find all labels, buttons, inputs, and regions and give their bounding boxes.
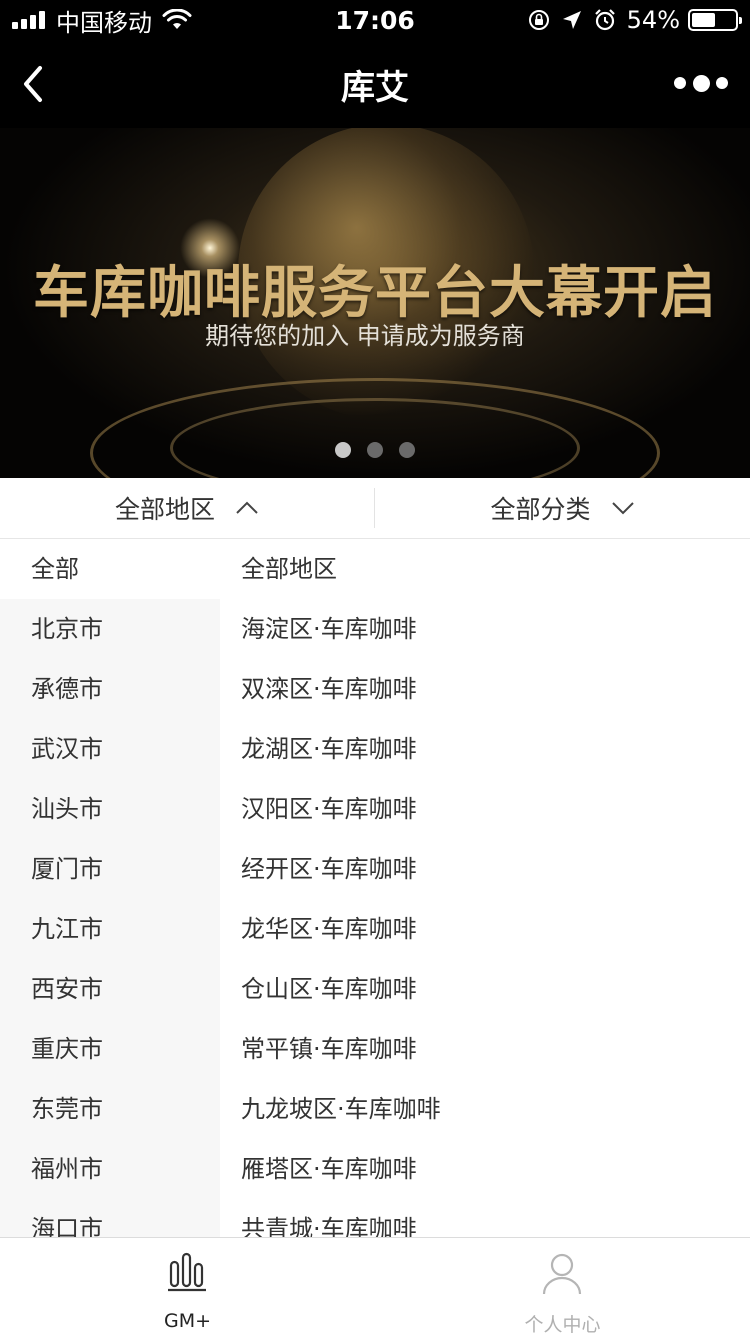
district-item[interactable]: 仓山区·车库咖啡	[220, 959, 750, 1019]
province-item[interactable]: 西安市	[0, 959, 220, 1019]
district-item[interactable]: 全部地区	[220, 539, 750, 599]
province-item[interactable]: 汕头市	[0, 779, 220, 839]
province-item[interactable]: 海口市	[0, 1199, 220, 1237]
carousel-dot[interactable]	[335, 442, 351, 458]
region-filter[interactable]: 全部地区	[0, 478, 374, 538]
tab-personal-center-label: 个人中心	[524, 1314, 601, 1334]
province-item[interactable]: 全部	[0, 539, 220, 599]
more-dots-icon[interactable]	[674, 70, 728, 96]
province-item[interactable]: 厦门市	[0, 839, 220, 899]
orientation-lock-icon	[528, 10, 549, 30]
battery-percent: 54%	[626, 6, 680, 34]
page-title: 库艾	[341, 68, 409, 108]
carousel-dot[interactable]	[367, 442, 383, 458]
district-item[interactable]: 常平镇·车库咖啡	[220, 1019, 750, 1079]
district-item[interactable]: 九龙坡区·车库咖啡	[220, 1079, 750, 1139]
province-item[interactable]: 福州市	[0, 1139, 220, 1199]
district-item[interactable]: 经开区·车库咖啡	[220, 839, 750, 899]
tab-bar: GM+ 个人中心	[0, 1237, 750, 1334]
carousel-dots	[0, 442, 750, 458]
district-item[interactable]: 龙湖区·车库咖啡	[220, 719, 750, 779]
gm-chart-icon	[168, 1252, 206, 1292]
province-item[interactable]: 九江市	[0, 899, 220, 959]
nav-bar: 库艾	[0, 40, 750, 128]
tab-gm-label: GM+	[163, 1310, 212, 1332]
region-filter-label: 全部地区	[114, 495, 215, 524]
province-item[interactable]: 重庆市	[0, 1019, 220, 1079]
banner-carousel[interactable]: 车库咖啡服务平台大幕开启 期待您的加入 申请成为服务商	[0, 128, 750, 478]
province-item[interactable]: 承德市	[0, 659, 220, 719]
person-icon	[542, 1253, 582, 1295]
location-icon	[562, 11, 581, 29]
status-bar: 中国移动 17:06 54%	[0, 0, 750, 40]
chevron-down-icon	[611, 502, 634, 515]
district-item[interactable]: 海淀区·车库咖啡	[220, 599, 750, 659]
district-list[interactable]: 全部地区 海淀区·车库咖啡 双滦区·车库咖啡 龙湖区·车库咖啡 汉阳区·车库咖啡 经开区·…	[220, 539, 750, 1237]
province-item[interactable]: 武汉市	[0, 719, 220, 779]
battery-icon	[688, 9, 742, 31]
tab-personal-center[interactable]: 个人中心	[375, 1238, 750, 1334]
carousel-dot[interactable]	[399, 442, 415, 458]
tab-gm[interactable]: GM+	[0, 1238, 375, 1334]
district-item[interactable]: 龙华区·车库咖啡	[220, 899, 750, 959]
alarm-icon	[594, 9, 615, 31]
chevron-up-icon	[236, 501, 258, 514]
district-item[interactable]: 汉阳区·车库咖啡	[220, 779, 750, 839]
province-item[interactable]: 东莞市	[0, 1079, 220, 1139]
district-item[interactable]: 雁塔区·车库咖啡	[220, 1139, 750, 1199]
category-filter[interactable]: 全部分类	[375, 478, 750, 538]
status-right: 54%	[527, 6, 742, 34]
district-item[interactable]: 双滦区·车库咖啡	[220, 659, 750, 719]
filter-bar: 全部地区 全部分类	[0, 478, 750, 539]
province-item[interactable]: 北京市	[0, 599, 220, 659]
province-list[interactable]: 全部 北京市 承德市 武汉市 汕头市 厦门市 九江市 西安市 重庆市 东莞市 福州市 海口市	[0, 539, 220, 1237]
banner-subtitle: 期待您的加入 申请成为服务商	[205, 322, 525, 350]
category-filter-label: 全部分类	[490, 495, 591, 524]
district-item[interactable]: 共青城·车库咖啡	[220, 1199, 750, 1237]
